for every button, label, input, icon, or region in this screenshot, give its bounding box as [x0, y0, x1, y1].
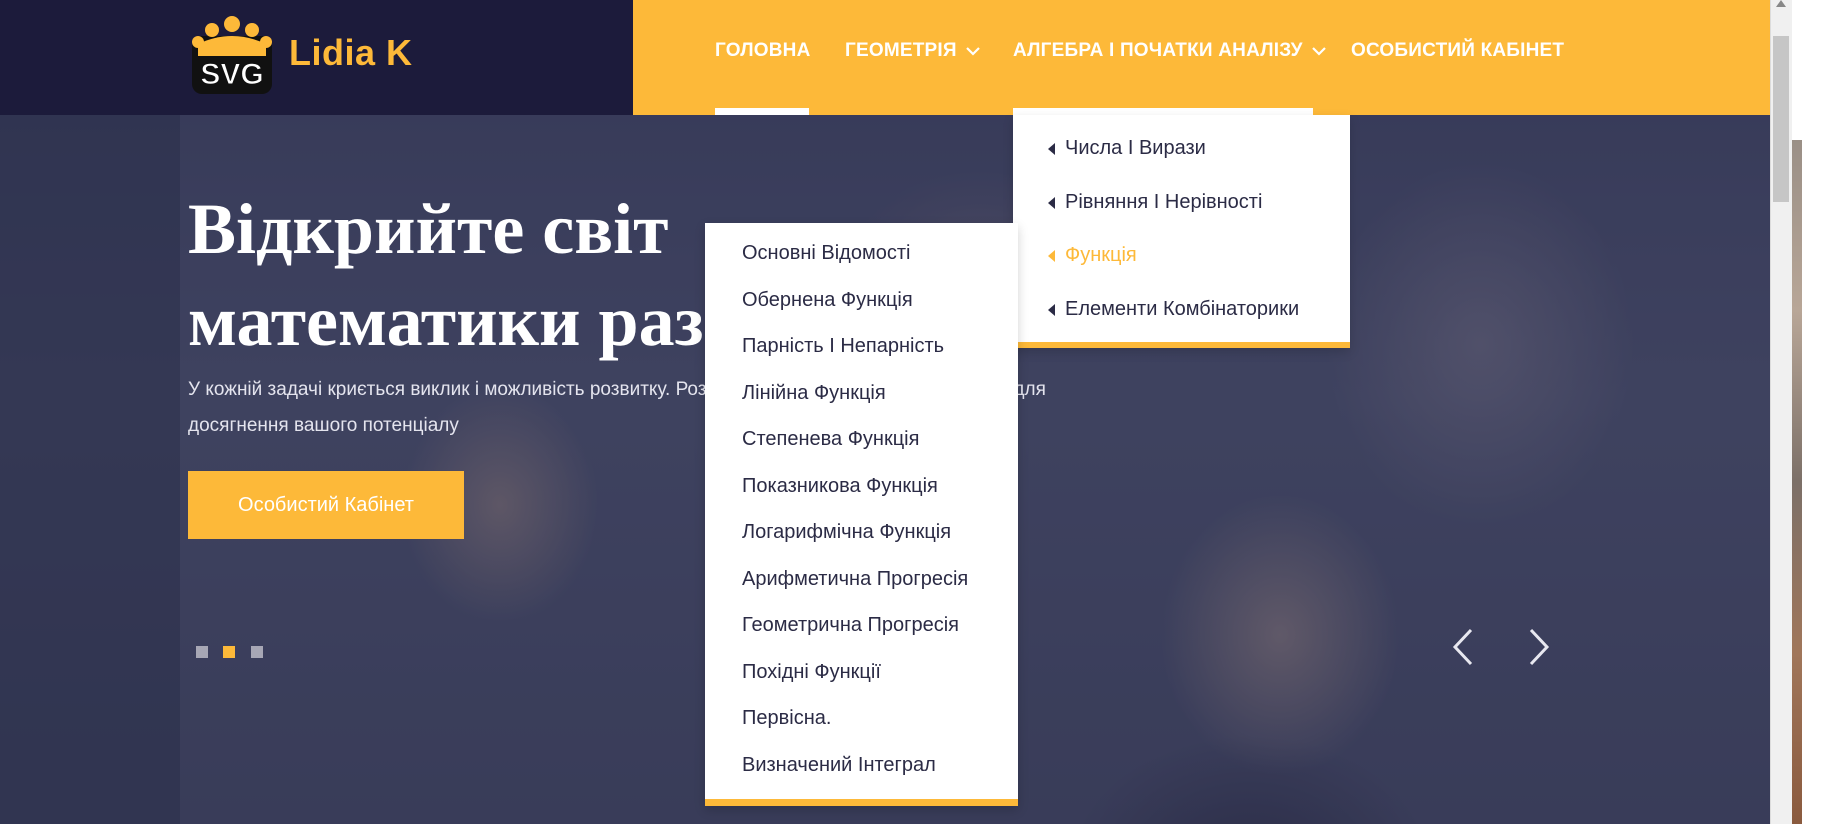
algebra-submenu: Числа І Вирази Рівняння І Нерівності Фун… [1013, 115, 1350, 348]
function-item[interactable]: Арифметична Прогресія [742, 568, 968, 591]
function-submenu: Основні Відомості Обернена Функція Парні… [705, 223, 1018, 806]
nav-home[interactable]: ГОЛОВНА [715, 40, 811, 62]
svg-text:SVG: SVG [200, 58, 263, 91]
hero-title: Відкрийте світ математики раз [188, 189, 704, 361]
slider-dot-1[interactable] [196, 646, 208, 658]
function-item[interactable]: Логарифмічна Функція [742, 521, 951, 544]
nav-algebra[interactable]: АЛГЕБРА І ПОЧАТКИ АНАЛІЗУ [1013, 40, 1327, 62]
chevron-down-icon [1311, 47, 1326, 56]
caret-left-icon [1048, 196, 1055, 209]
function-item[interactable]: Основні Відомості [742, 242, 910, 265]
scrollbar-thumb[interactable] [1773, 36, 1789, 202]
function-item[interactable]: Похідні Функції [742, 661, 881, 684]
submenu-item-numbers[interactable]: Числа І Вирази [1048, 137, 1206, 160]
scroll-up-icon[interactable] [1776, 0, 1786, 7]
submenu-item-equations[interactable]: Рівняння І Нерівності [1048, 191, 1262, 214]
function-item[interactable]: Лінійна Функція [742, 382, 886, 405]
slider-dot-3[interactable] [251, 646, 263, 658]
submenu-item-function[interactable]: Функція [1048, 244, 1137, 267]
function-item[interactable]: Показникова Функція [742, 475, 938, 498]
hero-left-shade [0, 115, 180, 824]
logo-crown-icon[interactable]: SVG [188, 14, 276, 96]
function-item[interactable]: Геометрична Прогресія [742, 614, 959, 637]
arrow-left-icon[interactable] [1449, 626, 1477, 668]
nav-hover-indicator [1013, 108, 1313, 115]
caret-left-icon [1048, 249, 1055, 262]
slider-dot-2[interactable] [223, 646, 235, 658]
nav-geometry[interactable]: ГЕОМЕТРІЯ [845, 40, 981, 62]
side-photo-edge [1792, 140, 1802, 824]
arrow-right-icon[interactable] [1525, 626, 1553, 668]
submenu-item-combinatorics[interactable]: Елементи Комбінаторики [1048, 298, 1299, 321]
nav-active-indicator [715, 108, 809, 115]
function-item[interactable]: Обернена Функція [742, 289, 913, 312]
brand-name[interactable]: Lidia K [289, 32, 413, 74]
personal-cabinet-button[interactable]: Особистий Кабінет [188, 471, 464, 539]
function-item[interactable]: Парність І Непарність [742, 335, 944, 358]
function-item[interactable]: Степенева Функція [742, 428, 919, 451]
function-item[interactable]: Визначений Інтеграл [742, 754, 936, 777]
caret-left-icon [1048, 142, 1055, 155]
caret-left-icon [1048, 303, 1055, 316]
function-item[interactable]: Первісна. [742, 707, 831, 730]
nav-personal-cabinet[interactable]: ОСОБИСТИЙ КАБІНЕТ [1351, 40, 1564, 62]
chevron-down-icon [965, 47, 980, 56]
